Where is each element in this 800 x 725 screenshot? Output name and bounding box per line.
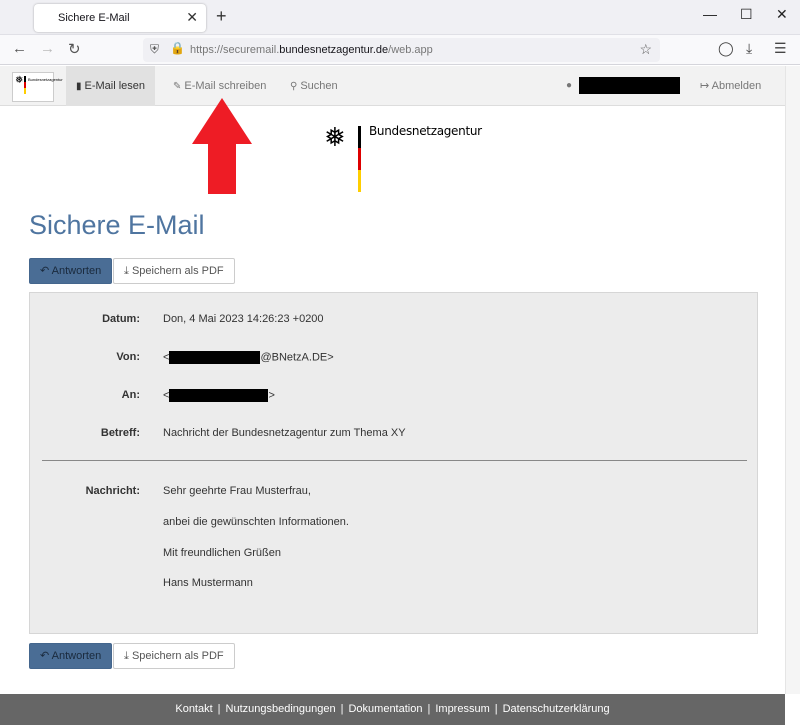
from-value: < @BNetzA.DE> (163, 351, 334, 364)
user-block[interactable]: ● (566, 66, 680, 106)
browser-tab-title: Sichere E-Mail (58, 12, 130, 24)
browser-tab-bar: Sichere E-Mail ✕ + — ☐ ✕ (0, 0, 800, 35)
browser-tab[interactable]: Sichere E-Mail ✕ (34, 4, 206, 32)
user-icon: ● (566, 80, 573, 91)
search-icon: ⚲ (290, 81, 298, 92)
eagle-icon: ❅ (324, 122, 346, 152)
maximize-icon[interactable]: ☐ (740, 6, 753, 23)
bookmark-star-icon[interactable]: ☆ (639, 41, 652, 58)
book-icon: ▮ (76, 81, 82, 92)
back-icon[interactable]: ← (12, 40, 27, 57)
reply-icon: ↶ (40, 650, 50, 662)
pencil-icon: ✎ (173, 81, 182, 92)
redacted-recipient (169, 389, 269, 402)
pocket-icon[interactable]: ◯ (718, 40, 734, 57)
header-divider (42, 460, 747, 461)
url-text: https://securemail.bundesnetzagentur.de/… (190, 44, 433, 56)
window-close-icon[interactable]: ✕ (776, 6, 788, 23)
footer-link-dokumentation[interactable]: Dokumentation (348, 703, 422, 715)
redacted-sender (169, 351, 261, 364)
save-pdf-button[interactable]: ⤓ Speichern als PDF (113, 258, 235, 284)
app-nav-bar: ❅ Bundesnetzagentur ▮ E-Mail lesen ✎ E-Mai… (0, 66, 785, 106)
logo-name: Bundesnetzagentur (369, 124, 482, 138)
page-scrollbar[interactable] (785, 66, 800, 694)
browser-nav-bar: ← → ↻ ⛨ 🔒 https://securemail.bundesnetza… (0, 35, 800, 65)
to-value: < > (163, 389, 275, 402)
app-logo-text: Bundesnetzagentur (28, 77, 63, 82)
forward-icon[interactable]: → (40, 40, 55, 57)
date-label: Datum: (102, 313, 140, 325)
flag-bar (358, 126, 361, 192)
footer-link-datenschutz[interactable]: Datenschutzerklärung (503, 703, 610, 715)
subject-label: Betreff: (100, 427, 140, 439)
page-footer: Kontakt | Nutzungsbedingungen | Dokumentatio… (0, 694, 785, 725)
logout-link[interactable]: ↦ Abmelden (700, 66, 761, 106)
shield-icon[interactable]: ⛨ (150, 42, 159, 57)
lock-icon[interactable]: 🔒 (170, 41, 185, 55)
footer-link-kontakt[interactable]: Kontakt (175, 703, 212, 715)
download-icon: ⤓ (124, 265, 129, 277)
flag-bar (24, 76, 26, 94)
downloads-icon[interactable]: ⤓ (746, 40, 752, 57)
new-tab-icon[interactable]: + (216, 6, 227, 27)
app-logo[interactable]: ❅ Bundesnetzagentur (12, 72, 63, 102)
minimize-icon[interactable]: — (703, 6, 717, 22)
nav-search[interactable]: ⚲ Suchen (280, 66, 348, 106)
body-line: anbei die gewünschten Informationen. (163, 516, 349, 528)
body-label: Nachricht: (85, 485, 140, 497)
footer-link-nutzungsbedingungen[interactable]: Nutzungsbedingungen (226, 703, 336, 715)
close-tab-icon[interactable]: ✕ (186, 9, 198, 26)
save-pdf-button-bottom[interactable]: ⤓ Speichern als PDF (113, 643, 235, 669)
nav-read-email[interactable]: ▮ E-Mail lesen (66, 66, 156, 106)
reply-icon: ↶ (40, 265, 50, 277)
url-bar[interactable]: ⛨ 🔒 https://securemail.bundesnetzagentur… (143, 38, 660, 62)
reply-button-bottom[interactable]: ↶ Antworten (29, 643, 113, 669)
body-line: Mit freundlichen Grüßen (163, 547, 281, 559)
subject-value: Nachricht der Bundesnetzagentur zum Them… (163, 427, 406, 439)
from-label: Von: (116, 351, 140, 363)
to-label: An: (121, 389, 140, 401)
body-line: Sehr geehrte Frau Musterfrau, (163, 485, 311, 497)
body-line: Hans Mustermann (163, 577, 253, 589)
menu-icon[interactable]: ☰ (774, 40, 787, 57)
reload-icon[interactable]: ↻ (68, 40, 81, 58)
reply-button[interactable]: ↶ Antworten (29, 258, 113, 284)
date-value: Don, 4 Mai 2023 14:26:23 +0200 (163, 313, 324, 325)
message-panel: Datum: Don, 4 Mai 2023 14:26:23 +0200 Vo… (29, 292, 758, 634)
page-title: Sichere E-Mail (29, 210, 205, 240)
footer-link-impressum[interactable]: Impressum (435, 703, 489, 715)
annotation-arrow (192, 98, 252, 194)
bundesnetzagentur-logo: ❅ Bundesnetzagentur (324, 124, 504, 194)
download-icon: ⤓ (124, 650, 129, 662)
sign-out-icon: ↦ (700, 80, 710, 92)
redacted-username (578, 76, 680, 94)
eagle-icon: ❅ (15, 75, 24, 86)
